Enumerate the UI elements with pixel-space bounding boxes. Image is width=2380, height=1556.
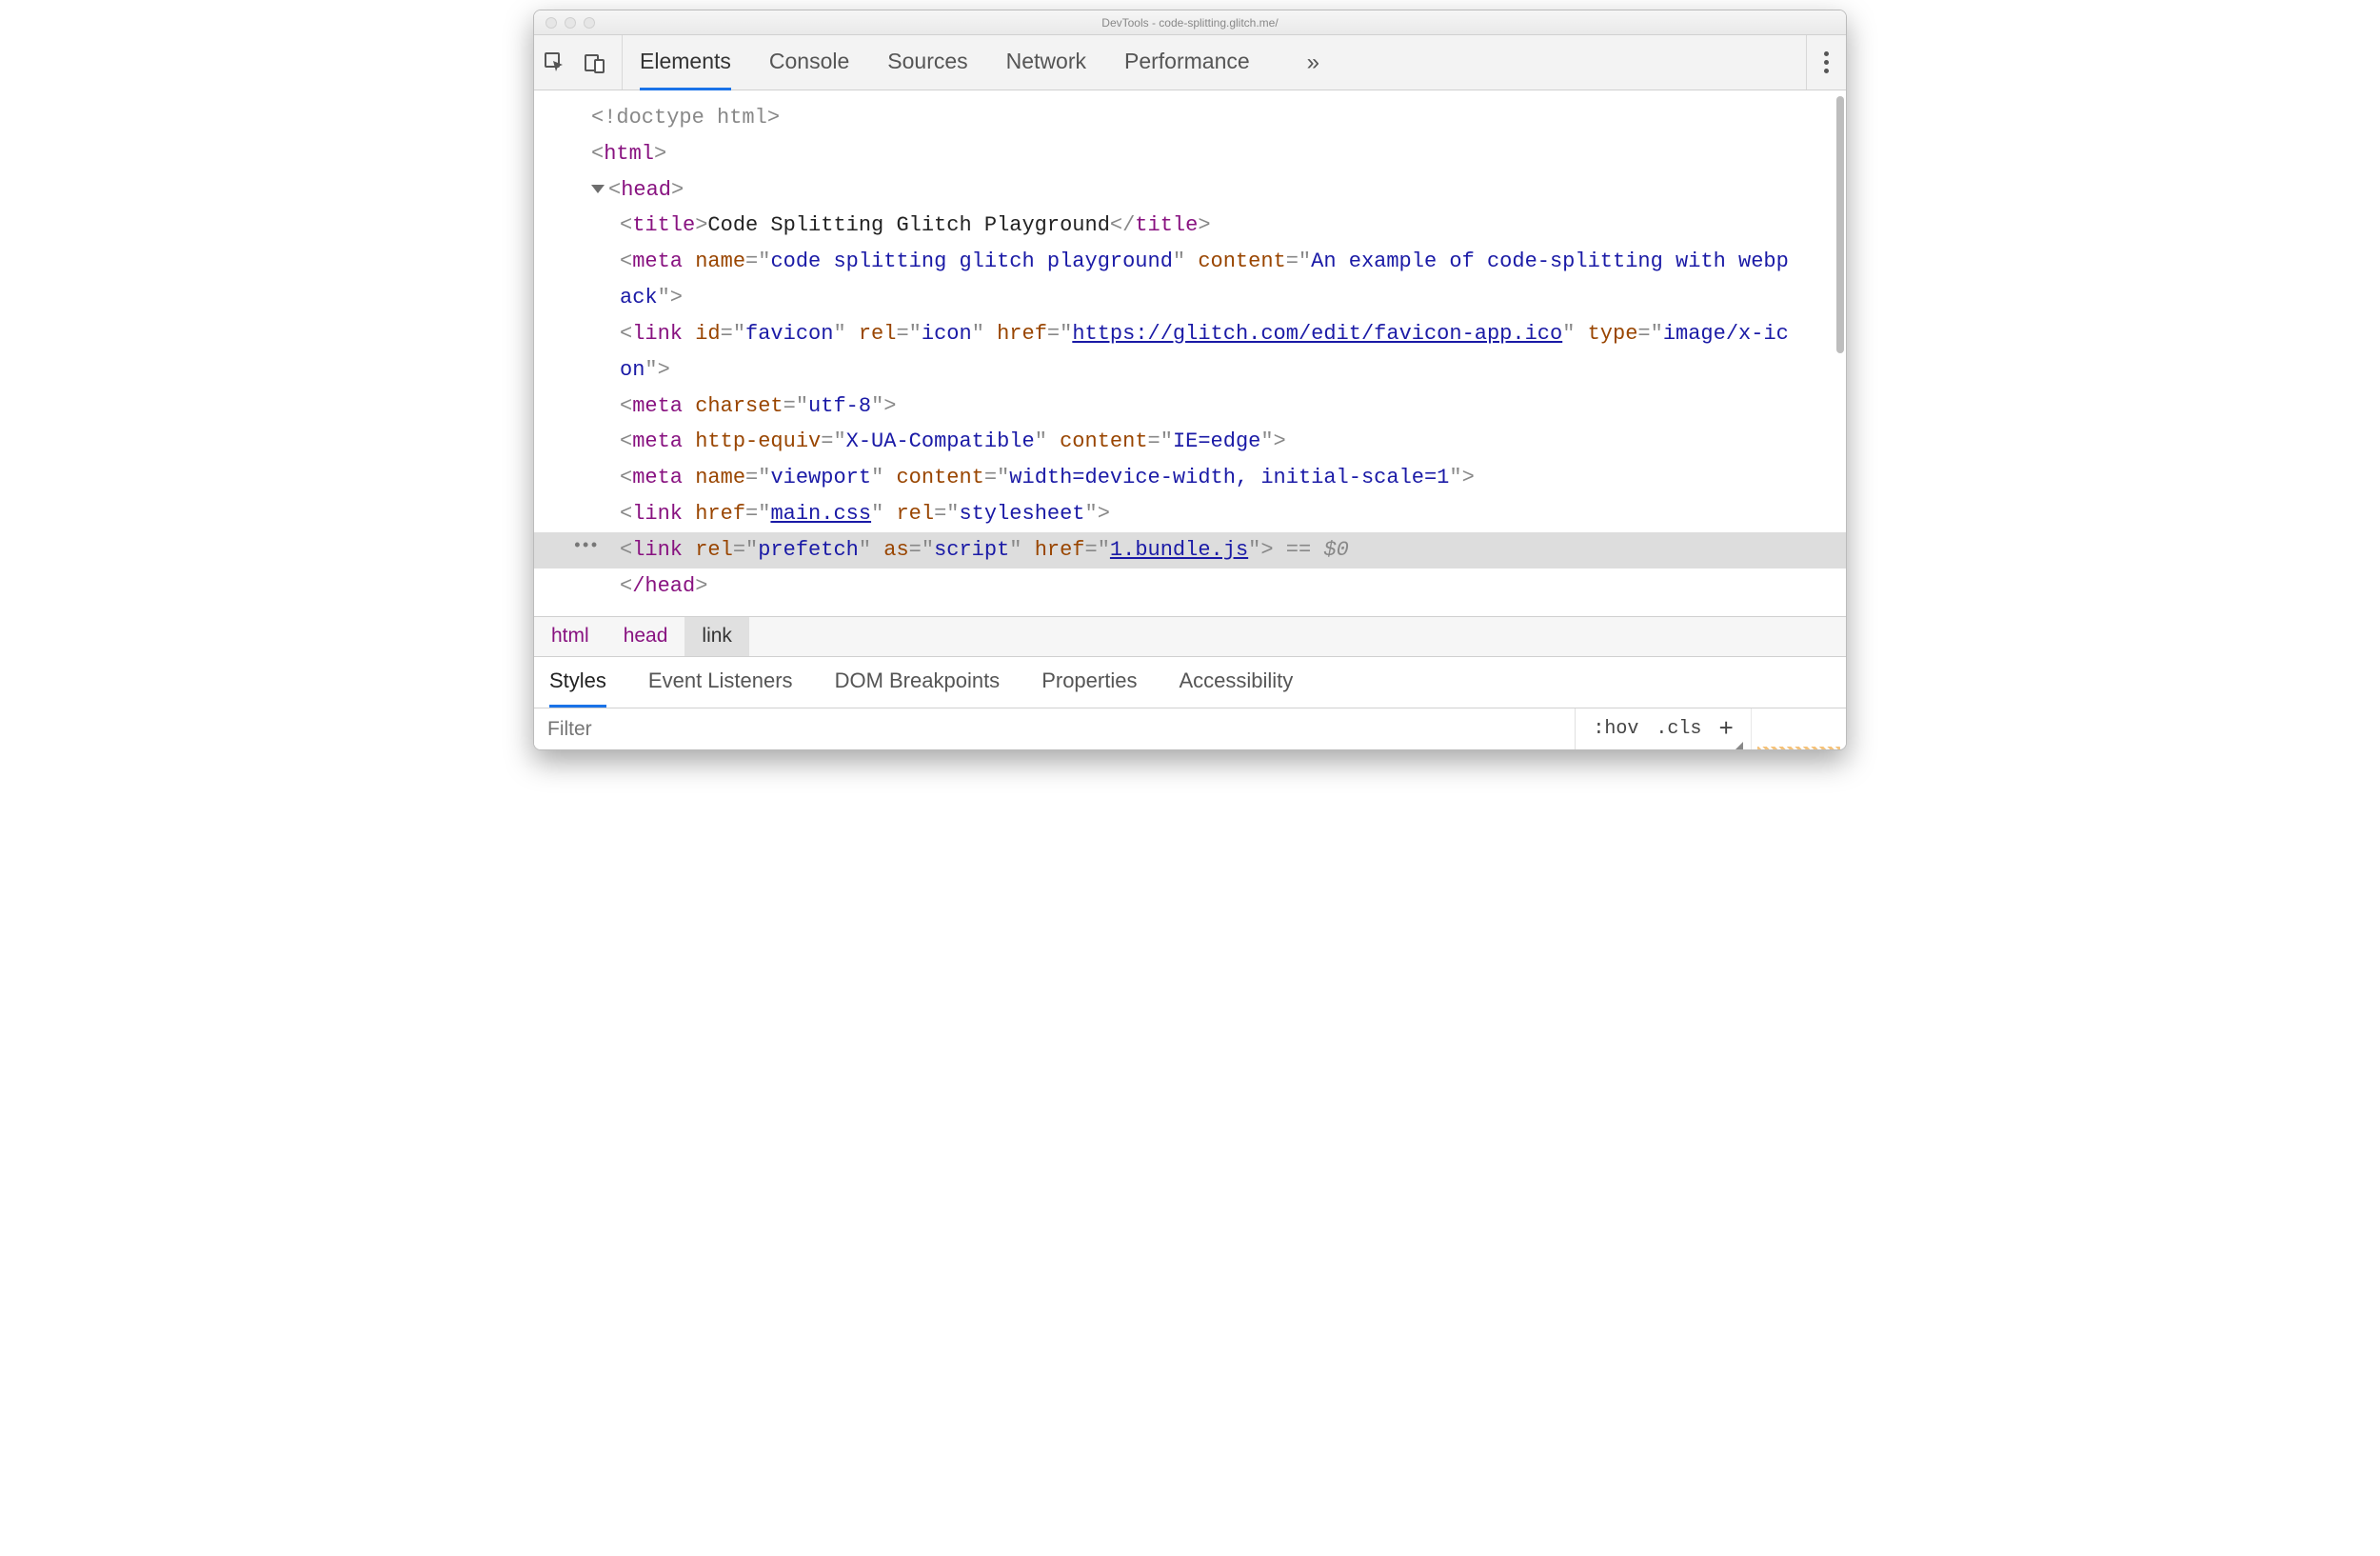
window-controls (534, 17, 595, 29)
toolbar-right (1806, 35, 1846, 90)
more-tabs-icon[interactable]: » (1288, 50, 1339, 76)
devtools-window: DevTools - code-splitting.glitch.me/ Ele… (533, 10, 1847, 750)
dom-html-open[interactable]: <html> (534, 136, 1846, 172)
toolbar-icons (544, 35, 623, 90)
main-toolbar: Elements Console Sources Network Perform… (534, 35, 1846, 90)
elements-dom-tree[interactable]: <!doctype html> <html> <head> <title>Cod… (534, 90, 1846, 616)
dom-head-open[interactable]: <head> (534, 172, 1846, 209)
expand-toggle-icon[interactable] (591, 185, 605, 193)
kebab-menu-icon[interactable] (1824, 51, 1829, 73)
hov-toggle[interactable]: :hov (1593, 718, 1638, 740)
zoom-dot[interactable] (584, 17, 595, 29)
dom-meta-charset[interactable]: <meta charset="utf-8"> (534, 389, 1846, 425)
subtab-styles[interactable]: Styles (549, 657, 606, 708)
dom-doctype[interactable]: <!doctype html> (534, 100, 1846, 136)
subtab-accessibility[interactable]: Accessibility (1179, 657, 1293, 708)
dom-meta-desc[interactable]: <meta name="code splitting glitch playgr… (534, 244, 1846, 316)
tab-sources[interactable]: Sources (887, 35, 967, 90)
styles-filter-input[interactable] (534, 708, 1575, 749)
tab-console[interactable]: Console (769, 35, 849, 90)
crumb-head[interactable]: head (606, 617, 685, 656)
box-model-preview (1751, 708, 1846, 749)
styles-subtabs: Styles Event Listeners DOM Breakpoints P… (534, 656, 1846, 708)
scrollbar[interactable] (1836, 96, 1844, 353)
crumb-link[interactable]: link (684, 617, 749, 656)
dom-meta-viewport[interactable]: <meta name="viewport" content="width=dev… (534, 460, 1846, 496)
device-toggle-icon[interactable] (584, 51, 606, 74)
tab-network[interactable]: Network (1006, 35, 1086, 90)
cls-toggle[interactable]: .cls (1656, 718, 1701, 740)
subtab-properties[interactable]: Properties (1041, 657, 1137, 708)
dom-head-close[interactable]: </head> (534, 569, 1846, 605)
styles-filter-actions: :hov .cls + (1575, 708, 1751, 749)
dom-link-favicon[interactable]: <link id="favicon" rel="icon" href="http… (534, 316, 1846, 389)
dom-title[interactable]: <title>Code Splitting Glitch Playground<… (534, 208, 1846, 244)
tab-performance[interactable]: Performance (1124, 35, 1250, 90)
inspect-icon[interactable] (544, 51, 566, 74)
titlebar: DevTools - code-splitting.glitch.me/ (534, 10, 1846, 35)
breadcrumb: html head link (534, 616, 1846, 656)
subtab-event-listeners[interactable]: Event Listeners (648, 657, 793, 708)
styles-filter-bar: :hov .cls + (534, 708, 1846, 749)
close-dot[interactable] (545, 17, 557, 29)
new-style-rule-icon[interactable]: + (1718, 715, 1734, 744)
crumb-html[interactable]: html (534, 617, 606, 656)
main-tabs: Elements Console Sources Network Perform… (640, 35, 1806, 90)
subtab-dom-breakpoints[interactable]: DOM Breakpoints (835, 657, 1001, 708)
dom-meta-httpequiv[interactable]: <meta http-equiv="X-UA-Compatible" conte… (534, 424, 1846, 460)
minimize-dot[interactable] (565, 17, 576, 29)
tab-elements[interactable]: Elements (640, 35, 731, 90)
dom-link-css[interactable]: <link href="main.css" rel="stylesheet"> (534, 496, 1846, 532)
dom-link-prefetch-selected[interactable]: <link rel="prefetch" as="script" href="1… (534, 532, 1846, 569)
window-title: DevTools - code-splitting.glitch.me/ (534, 16, 1846, 30)
